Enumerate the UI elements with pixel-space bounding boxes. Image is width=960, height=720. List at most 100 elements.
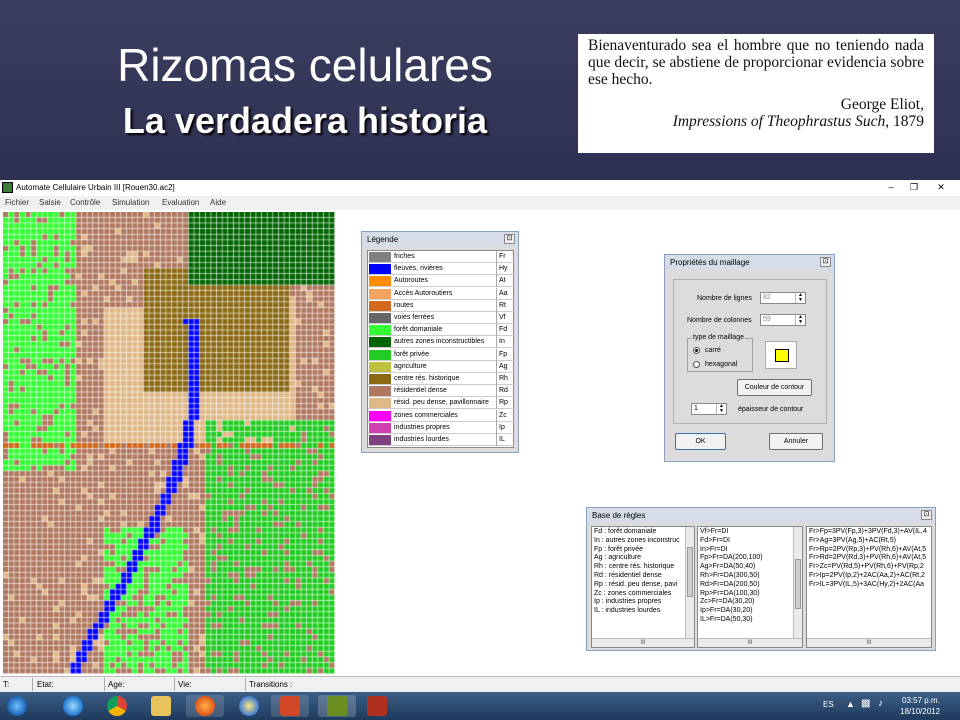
rule-item[interactable]: Ip>Fr=DA(30,20): [700, 607, 800, 616]
horizontal-scrollbar[interactable]: III: [698, 638, 802, 647]
cellular-automaton-app-icon[interactable]: [318, 695, 356, 717]
rule-item[interactable]: Fr>Ip=2PV(Ip,2)+2AC(Aa,2)+AC(Rt,2: [809, 572, 929, 581]
rule-item[interactable]: Rh>Fr=DA(300,50): [700, 572, 800, 581]
cancel-button[interactable]: Annuler: [769, 433, 823, 450]
legend-code: Ip: [499, 423, 505, 431]
rule-item[interactable]: Zc>Fr=DA(30,20): [700, 598, 800, 607]
restore-icon[interactable]: ❐: [905, 181, 923, 194]
contour-color-button[interactable]: Couleur de contour: [737, 379, 812, 396]
app-icon[interactable]: [2, 182, 13, 193]
cols-stepper[interactable]: 59 ▲ ▼: [760, 314, 806, 326]
file-explorer-icon[interactable]: [142, 695, 180, 717]
rule-item[interactable]: Ag : agriculture: [594, 554, 692, 563]
radio-square[interactable]: [693, 347, 700, 354]
rule-item[interactable]: Fr>Ag=3PV(Ag,5)+AC(Rt,5): [809, 537, 929, 546]
menu-controle[interactable]: Contrôle: [70, 198, 100, 207]
close-icon[interactable]: ⊡: [504, 234, 515, 244]
ok-button[interactable]: OK: [675, 433, 726, 450]
minimize-icon[interactable]: –: [882, 181, 900, 194]
scroll-thumb[interactable]: [795, 559, 801, 609]
rule-item[interactable]: Ag>Fr=DA(50,40): [700, 563, 800, 572]
powerpoint-icon[interactable]: [271, 695, 309, 717]
legend-row[interactable]: industries propres Ip: [368, 421, 514, 434]
legend-separator: [496, 434, 497, 446]
media-player-icon[interactable]: [230, 695, 268, 717]
legend-row[interactable]: voies ferrées Vf: [368, 312, 514, 324]
menubar: Fichier Saisie Contrôle Simulation Evalu…: [0, 196, 960, 210]
rule-item[interactable]: Fr>Rd=2PV(Rd,3)+PV(Rh,6)+AV(At,5: [809, 554, 929, 563]
legend-row[interactable]: fleuves, rivières Hy: [368, 263, 514, 276]
vertical-scrollbar[interactable]: [685, 527, 694, 638]
screenshot-tool-icon[interactable]: [358, 695, 396, 717]
rule-item[interactable]: Rd>Fr=DA(200,50): [700, 581, 800, 590]
spin-arrows-icon[interactable]: ▲ ▼: [795, 315, 805, 325]
start-button-icon[interactable]: [2, 695, 32, 717]
scroll-thumb[interactable]: [687, 547, 693, 597]
rule-item[interactable]: Fr>Fp=3PV(Fp,3)+3PV(Fd,3)+AV(IL,4: [809, 528, 929, 537]
rule-item[interactable]: Zc : zones commerciales: [594, 590, 692, 599]
network-icon[interactable]: ▩: [861, 698, 870, 709]
rule-item[interactable]: Fr>Rp=2PV(Rp,3)+PV(Rh,6)+AV(At,5: [809, 546, 929, 555]
legend-row[interactable]: Accès Autoroutiers Aa: [368, 287, 514, 300]
legend-row[interactable]: zones commerciales Zc: [368, 409, 514, 422]
window-titlebar[interactable]: Automate Cellulaire Urbain III [Rouen30.…: [0, 180, 960, 196]
volume-icon[interactable]: ♪: [878, 698, 883, 709]
internet-explorer-icon[interactable]: [54, 695, 92, 717]
language-indicator[interactable]: ES: [823, 700, 834, 709]
menu-simulation[interactable]: Simulation: [112, 198, 149, 207]
rule-item[interactable]: Fd : forêt domaniale: [594, 528, 692, 537]
menu-saisie[interactable]: Saisie: [39, 198, 61, 207]
legend-row[interactable]: friches Fr: [368, 251, 514, 263]
legend-swatch: [369, 349, 391, 360]
menu-evaluation[interactable]: Evaluation: [162, 198, 199, 207]
rule-item[interactable]: Rp : résid. peu dense, pavi: [594, 581, 692, 590]
rule-item[interactable]: Fp>Fr=DA(200,100): [700, 554, 800, 563]
close-icon[interactable]: ⊡: [820, 257, 831, 267]
chrome-icon[interactable]: [98, 695, 136, 717]
rule-item[interactable]: Fp : forêt privée: [594, 546, 692, 555]
cellular-grid-map[interactable]: [3, 212, 335, 674]
rules-decay-list[interactable]: Vf>Fr=DI Fd>Fr=DI In>Fr=DI Fp>Fr=DA(200,100…: [697, 526, 803, 648]
clock-date[interactable]: 18/10/2012: [900, 707, 940, 716]
rule-item[interactable]: Fr>IL=3PV(IL,5)+3AC(Hy,2)+2AC(Aa: [809, 581, 929, 590]
thickness-stepper[interactable]: 1 ▲ ▼: [691, 403, 727, 415]
rule-item[interactable]: In>Fr=DI: [700, 546, 800, 555]
horizontal-scrollbar[interactable]: III: [592, 638, 694, 647]
vertical-scrollbar[interactable]: [793, 527, 802, 638]
legend-row[interactable]: routes Rt: [368, 299, 514, 312]
menu-fichier[interactable]: Fichier: [5, 198, 29, 207]
legend-row[interactable]: Autoroutes At: [368, 275, 514, 288]
legend-row[interactable]: résidentiel dense Rd: [368, 385, 514, 398]
rules-transition-list[interactable]: Fr>Fp=3PV(Fp,3)+3PV(Fd,3)+AV(IL,4 Fr>Ag=3…: [806, 526, 932, 648]
clock-time[interactable]: 03:57 p.m.: [902, 696, 940, 705]
rule-item[interactable]: Ip : industries propres: [594, 598, 692, 607]
rule-item[interactable]: IL : industries lourdes: [594, 607, 692, 616]
rule-item[interactable]: Fr>Zc=PV(Rd,5)+PV(Rh,6)+PV(Rp,2: [809, 563, 929, 572]
rule-item[interactable]: Fd>Fr=DI: [700, 537, 800, 546]
close-icon[interactable]: ✕: [932, 181, 950, 194]
radio-hexagonal[interactable]: [693, 361, 700, 368]
spin-arrows-icon[interactable]: ▲ ▼: [716, 404, 726, 414]
legend-row[interactable]: autres zones inconstructibles In: [368, 336, 514, 349]
rules-classes-list[interactable]: Fd : forêt domaniale In : autres zones in…: [591, 526, 695, 648]
rule-item[interactable]: Vf>Fr=DI: [700, 528, 800, 537]
firefox-icon[interactable]: [186, 695, 224, 717]
legend-row[interactable]: agriculture Ag: [368, 360, 514, 373]
rule-item[interactable]: Rd : résidentiel dense: [594, 572, 692, 581]
menu-aide[interactable]: Aide: [210, 198, 226, 207]
horizontal-scrollbar[interactable]: III: [807, 638, 931, 647]
legend-row[interactable]: forêt privée Fp: [368, 348, 514, 361]
legend-row[interactable]: résid. peu dense, pavillonnaire Rp: [368, 397, 514, 410]
close-icon[interactable]: ⊡: [921, 510, 932, 520]
tray-expand-icon[interactable]: ▲: [846, 699, 855, 709]
rule-item[interactable]: In : autres zones inconstruc: [594, 537, 692, 546]
legend-row[interactable]: centre rés. historique Rh: [368, 373, 514, 385]
spin-arrows-icon[interactable]: ▲ ▼: [795, 293, 805, 303]
rows-stepper[interactable]: 82 ▲ ▼: [760, 292, 806, 304]
rule-item[interactable]: Rh : centre rés. historique: [594, 563, 692, 572]
rule-item[interactable]: IL>Fr=DA(50,30): [700, 616, 800, 625]
rule-item[interactable]: Rp>Fr=DA(100,30): [700, 590, 800, 599]
legend-row[interactable]: industries lourdes IL: [368, 434, 514, 446]
legend-row[interactable]: forêt domaniale Fd: [368, 324, 514, 337]
status-t: T:: [3, 680, 10, 689]
